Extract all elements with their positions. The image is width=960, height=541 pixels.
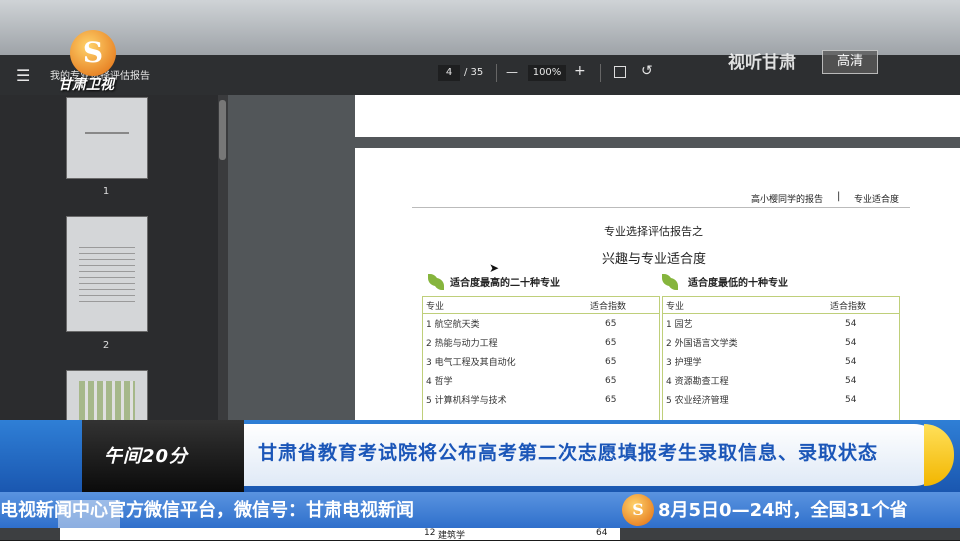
major-name: 外国语言文学类 <box>674 339 738 349</box>
table-row: 2 热能与动力工程 65 <box>423 333 659 352</box>
zoom-value: 100% <box>532 67 562 78</box>
channel-name: 甘肃卫视 <box>58 77 114 93</box>
toolbar-divider <box>496 64 497 82</box>
page-total: / 35 <box>464 67 484 78</box>
score: 65 <box>605 337 617 348</box>
thumbnail-page-1[interactable] <box>66 97 148 179</box>
zoom-out-button[interactable]: — <box>506 65 518 79</box>
program-name: 午间20分 <box>104 446 189 467</box>
program-logo: 午间20分 <box>82 420 244 492</box>
partial-row-index: 12 <box>424 528 436 538</box>
thumbnail-label: 1 <box>102 186 110 197</box>
major-name: 热能与动力工程 <box>434 339 498 349</box>
score: 54 <box>845 318 857 329</box>
score: 54 <box>845 356 857 367</box>
ticker-text-left: 电视新闻中心官方微信平台，微信号：甘肃电视新闻 <box>0 500 414 521</box>
top-section-title: 适合度最高的二十种专业 <box>450 278 560 289</box>
mouse-cursor-icon: ➤ <box>489 261 500 275</box>
major-name: 航空航天类 <box>434 320 480 330</box>
score: 54 <box>845 394 857 405</box>
row-index: 2 <box>426 339 432 349</box>
major-name: 农业经济管理 <box>674 396 729 406</box>
col-score: 适合指数 <box>587 297 659 314</box>
page-number-input[interactable]: 4 <box>438 65 460 81</box>
score: 65 <box>605 375 617 386</box>
table-row: 1 园艺 54 <box>663 314 899 334</box>
zoom-in-button[interactable]: + <box>574 63 586 79</box>
zoom-input[interactable]: 100% <box>528 65 566 81</box>
table-row: 2 外国语言文学类 54 <box>663 333 899 352</box>
row-index: 1 <box>426 320 432 330</box>
thumbnail-page-2[interactable] <box>66 216 148 332</box>
table-row: 5 农业经济管理 54 <box>663 390 899 409</box>
major-name: 哲学 <box>434 377 453 387</box>
bottom-strip: 12 建筑学 64 <box>0 528 960 541</box>
row-index: 5 <box>426 396 432 406</box>
table-row: 4 资源勘查工程 54 <box>663 371 899 390</box>
bottom-section-title: 适合度最低的十种专业 <box>688 278 788 289</box>
previous-page <box>355 95 960 137</box>
partial-row-name: 建筑学 <box>438 531 466 541</box>
score: 65 <box>605 394 617 405</box>
row-index: 2 <box>666 339 672 349</box>
partial-page <box>60 528 620 540</box>
score: 65 <box>605 318 617 329</box>
table-row: 5 计算机科学与技术 65 <box>423 390 659 409</box>
toolbar-divider <box>600 64 601 82</box>
ticker-logo-icon: S <box>622 494 654 526</box>
major-name: 电气工程及其自动化 <box>434 358 516 368</box>
rotate-icon[interactable]: ↺ <box>641 63 653 79</box>
thumbnail-line <box>85 132 129 134</box>
channel-logo-icon: S <box>70 30 116 76</box>
hd-badge: 高清 <box>822 50 878 74</box>
table-row: 1 航空航天类 65 <box>423 314 659 334</box>
bottom-majors-table: 专业 适合指数 1 园艺 54 2 外国语言文学类 54 3 护理学 54 4 资源勘… <box>662 296 900 422</box>
menu-icon[interactable]: ☰ <box>16 66 30 85</box>
thumbnail-label: 2 <box>102 340 110 351</box>
headline: 甘肃省教育考试院将公布高考第二次志愿填报考生录取信息、录取状态 <box>258 442 879 464</box>
header-separator: | <box>837 191 841 202</box>
doc-title-line2: 兴趣与专业适合度 <box>602 252 707 267</box>
table-row: 3 电气工程及其自动化 65 <box>423 352 659 371</box>
row-index: 4 <box>426 377 432 387</box>
fit-page-icon[interactable] <box>614 66 626 78</box>
report-owner: 高小樱同学的报告 <box>751 195 824 205</box>
score: 65 <box>605 356 617 367</box>
table-row: 4 哲学 65 <box>423 371 659 390</box>
thumbnail-grid <box>79 381 135 421</box>
watermark: 视听甘肃 <box>728 53 796 73</box>
table-row: 3 护理学 54 <box>663 352 899 371</box>
col-major: 专业 <box>663 297 827 314</box>
partial-row-score: 64 <box>596 528 608 538</box>
section-name: 专业适合度 <box>854 195 900 205</box>
score: 54 <box>845 337 857 348</box>
thumbnail-lines <box>79 247 135 307</box>
score: 54 <box>845 375 857 386</box>
top-majors-table: 专业 适合指数 1 航空航天类 65 2 热能与动力工程 65 3 电气工程及其自动… <box>422 296 660 422</box>
major-name: 计算机科学与技术 <box>434 396 507 406</box>
row-index: 4 <box>666 377 672 387</box>
page-number-value: 4 <box>445 67 453 78</box>
major-name: 护理学 <box>674 358 702 368</box>
major-name: 园艺 <box>674 320 693 330</box>
table-header-row: 专业 适合指数 <box>423 297 659 314</box>
major-name: 资源勘查工程 <box>674 377 729 387</box>
top-majors-grid: 专业 适合指数 1 航空航天类 65 2 热能与动力工程 65 3 电气工程及其自动… <box>423 297 659 409</box>
row-index: 3 <box>426 358 432 368</box>
row-index: 5 <box>666 396 672 406</box>
monitor-bezel <box>0 0 960 55</box>
bottom-majors-grid: 专业 适合指数 1 园艺 54 2 外国语言文学类 54 3 护理学 54 4 资源勘… <box>663 297 899 409</box>
ticker-text-right: 8月5日0—24时，全国31个省 <box>658 500 908 521</box>
col-major: 专业 <box>423 297 587 314</box>
row-index: 3 <box>666 358 672 368</box>
table-header-row: 专业 适合指数 <box>663 297 899 314</box>
doc-title-line1: 专业选择评估报告之 <box>604 225 703 238</box>
col-score: 适合指数 <box>827 297 899 314</box>
sidebar-scroll-thumb[interactable] <box>219 100 226 160</box>
row-index: 1 <box>666 320 672 330</box>
header-rule <box>412 207 910 208</box>
